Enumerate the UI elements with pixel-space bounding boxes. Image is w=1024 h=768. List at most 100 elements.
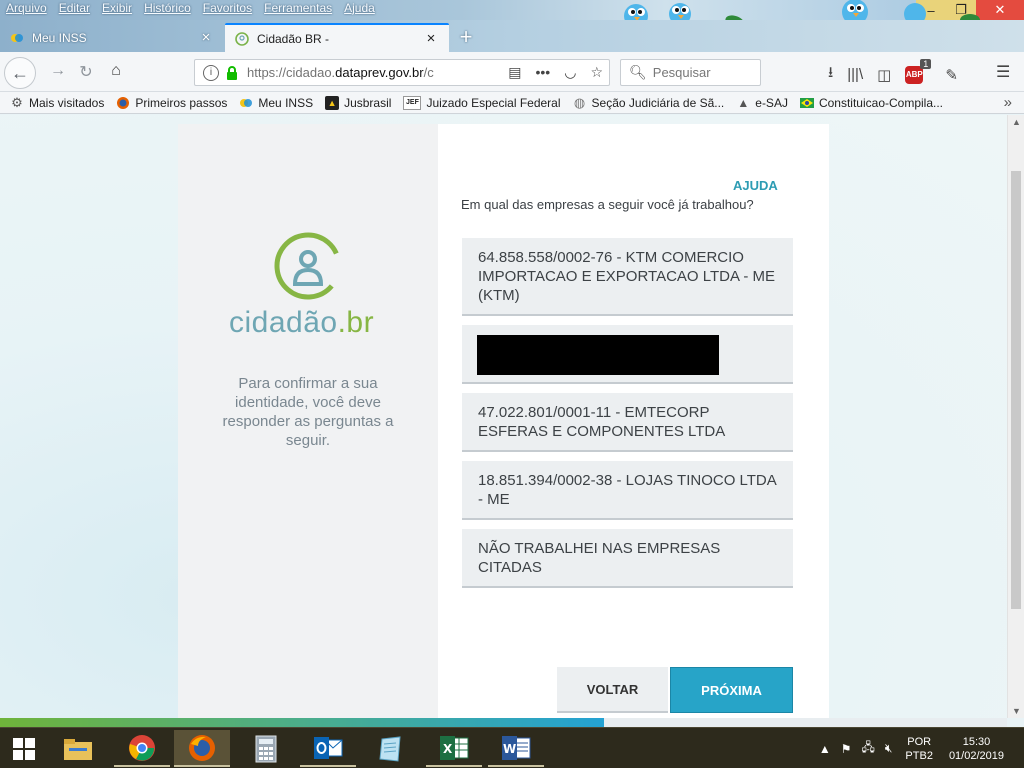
notepad-icon	[379, 735, 401, 762]
chrome-icon	[129, 734, 155, 761]
intro-text: Para confirmar a sua identidade, você de…	[222, 375, 394, 449]
question-text: Em qual das empresas a seguir você já tr…	[461, 197, 754, 212]
sidebar-icon[interactable]: ◫	[877, 66, 891, 84]
brazil-flag-icon	[799, 96, 814, 110]
option-emtecorp[interactable]: 47.022.801/0001-11 - EMTECORP ESFERAS E …	[462, 393, 793, 452]
search-box[interactable]: 🔍︎ Pesquisar	[620, 59, 761, 86]
new-tab-button[interactable]: +	[456, 24, 476, 50]
menu-editar[interactable]: Editar	[53, 1, 96, 15]
extension-icon[interactable]: ✎	[945, 66, 958, 84]
taskbar-calculator[interactable]	[238, 730, 294, 767]
bookmark-constituicao[interactable]: Constituicao-Compila...	[799, 96, 943, 110]
start-button[interactable]	[0, 728, 48, 768]
bookmark-jusbrasil[interactable]: ▲ Jusbrasil	[325, 95, 391, 110]
close-window-button[interactable]: ✕	[976, 0, 1024, 20]
tab-meu-inss[interactable]: Meu INSS ×	[0, 23, 224, 52]
option-none[interactable]: NÃO TRABALHEI NAS EMPRESAS CITADAS	[462, 529, 793, 588]
taskbar-word[interactable]: W	[488, 730, 544, 767]
page-viewport: cidadão.br Para confirmar a sua identida…	[0, 115, 1007, 718]
clock-time: 15:30	[962, 735, 991, 748]
menu-exibir[interactable]: Exibir	[96, 1, 138, 15]
menu-historico[interactable]: Histórico	[138, 1, 197, 15]
back-step-button[interactable]: VOLTAR	[557, 667, 668, 713]
language-indicator[interactable]: POR PTB2	[905, 735, 933, 763]
title-bar: Arquivo Editar Exibir Histórico Favorito…	[0, 0, 1024, 20]
option-ktm[interactable]: 64.858.558/0002-76 - KTM COMERCIO IMPORT…	[462, 238, 793, 316]
bookmark-esaj[interactable]: ▲ e-SAJ	[736, 96, 788, 110]
menu-hamburger-icon[interactable]: ☰	[996, 62, 1010, 82]
maximize-button[interactable]: ❐	[946, 0, 976, 20]
inss-icon	[10, 31, 24, 45]
windows-logo-icon	[13, 737, 35, 760]
arrow-left-icon: ←	[11, 62, 29, 83]
url-bar[interactable]: i https://cidadao.dataprev.gov.br/c ▤ ••…	[194, 59, 610, 86]
excel-icon: X	[440, 735, 469, 760]
scroll-up-icon[interactable]: ▲	[1012, 117, 1021, 127]
taskbar-file-explorer[interactable]	[50, 730, 106, 767]
help-link[interactable]: AJUDA	[733, 178, 778, 193]
page-scrollbar[interactable]: ▲ ▼	[1007, 115, 1024, 718]
cidadao-logo-icon	[235, 31, 249, 46]
download-icon[interactable]: ⭳	[828, 62, 833, 87]
next-step-button[interactable]: PRÓXIMA	[670, 667, 793, 713]
bookmark-mais-visitados[interactable]: ⚙ Mais visitados	[10, 94, 104, 110]
menu-ajuda[interactable]: Ajuda	[338, 1, 381, 15]
tab-label: Meu INSS	[32, 30, 87, 45]
bookmark-jef[interactable]: JEF Juizado Especial Federal	[403, 95, 561, 110]
lock-icon	[225, 65, 239, 81]
url-text: https://cidadao.dataprev.gov.br/c	[247, 65, 434, 80]
close-tab-icon[interactable]: ×	[423, 30, 439, 47]
taskbar-excel[interactable]: X	[426, 730, 482, 767]
taskbar-firefox[interactable]	[174, 730, 230, 767]
folder-icon	[64, 738, 92, 760]
chevron-right-icon[interactable]: »	[1004, 94, 1012, 111]
esaj-icon: ▲	[737, 95, 750, 110]
toolbar-buttons: ⭳ |||\ ◫ ABP 1 ✎	[828, 58, 958, 87]
bookmark-meu-inss[interactable]: Meu INSS	[239, 96, 313, 110]
reader-view-icon[interactable]: ▤	[508, 64, 521, 81]
bookmark-primeiros-passos[interactable]: Primeiros passos	[116, 96, 227, 110]
menu-favoritos[interactable]: Favoritos	[197, 1, 258, 15]
option-lojas-tinoco[interactable]: 18.851.394/0002-38 - LOJAS TINOCO LTDA -…	[462, 461, 793, 520]
menu-ferramentas[interactable]: Ferramentas	[258, 1, 338, 15]
svg-text:W: W	[503, 742, 516, 756]
menu-arquivo[interactable]: Arquivo	[0, 1, 53, 15]
firefox-icon	[116, 96, 130, 110]
flag-icon[interactable]: ⚑	[841, 742, 852, 756]
bookmark-star-icon[interactable]: ☆	[590, 64, 603, 81]
search-placeholder: Pesquisar	[652, 65, 711, 80]
scrollbar-thumb[interactable]	[1011, 171, 1021, 609]
identity-card: cidadão.br Para confirmar a sua identida…	[178, 124, 829, 718]
progress-bar	[0, 718, 1007, 727]
inss-icon	[239, 96, 253, 110]
minimize-button[interactable]: –	[916, 0, 946, 20]
calculator-icon	[255, 735, 277, 762]
taskbar-chrome[interactable]	[114, 730, 170, 767]
reload-button[interactable]: ↻	[76, 62, 96, 82]
forward-button[interactable]: →	[48, 62, 68, 80]
jef-icon: JEF	[403, 95, 422, 110]
clock[interactable]: 15:30 01/02/2019	[949, 735, 1004, 763]
gear-icon: ⚙	[11, 94, 23, 110]
search-icon: 🔍︎	[629, 64, 647, 80]
taskbar-outlook[interactable]	[300, 730, 356, 767]
clock-date: 01/02/2019	[948, 749, 1004, 762]
network-icon[interactable]: 🖧︎	[861, 738, 874, 759]
page-actions-icon[interactable]: •••	[536, 64, 551, 81]
info-icon[interactable]: i	[203, 64, 219, 81]
scroll-down-icon[interactable]: ▼	[1012, 706, 1021, 716]
bookmarks-toolbar: ⚙ Mais visitados Primeiros passos Meu IN…	[0, 92, 1024, 114]
tab-cidadao-br[interactable]: Cidadão BR - ×	[225, 23, 449, 52]
back-button[interactable]: ←	[4, 57, 36, 89]
pocket-icon[interactable]: ◡	[564, 64, 576, 81]
home-button[interactable]: ⌂	[106, 62, 126, 80]
taskbar-notepad[interactable]	[362, 730, 418, 767]
bookmark-secao-judiciaria[interactable]: ◍ Seção Judiciária de Sã...	[573, 95, 724, 110]
library-icon[interactable]: |||\	[847, 66, 863, 83]
cidadao-logo-text: cidadão.br	[229, 306, 375, 339]
option-redacted[interactable]	[462, 325, 793, 384]
adblock-button[interactable]: ABP 1	[905, 58, 932, 84]
chevron-up-icon[interactable]: ▲	[819, 742, 831, 756]
close-tab-icon[interactable]: ×	[198, 29, 214, 46]
volume-muted-icon[interactable]: 🔇︎	[885, 741, 893, 756]
